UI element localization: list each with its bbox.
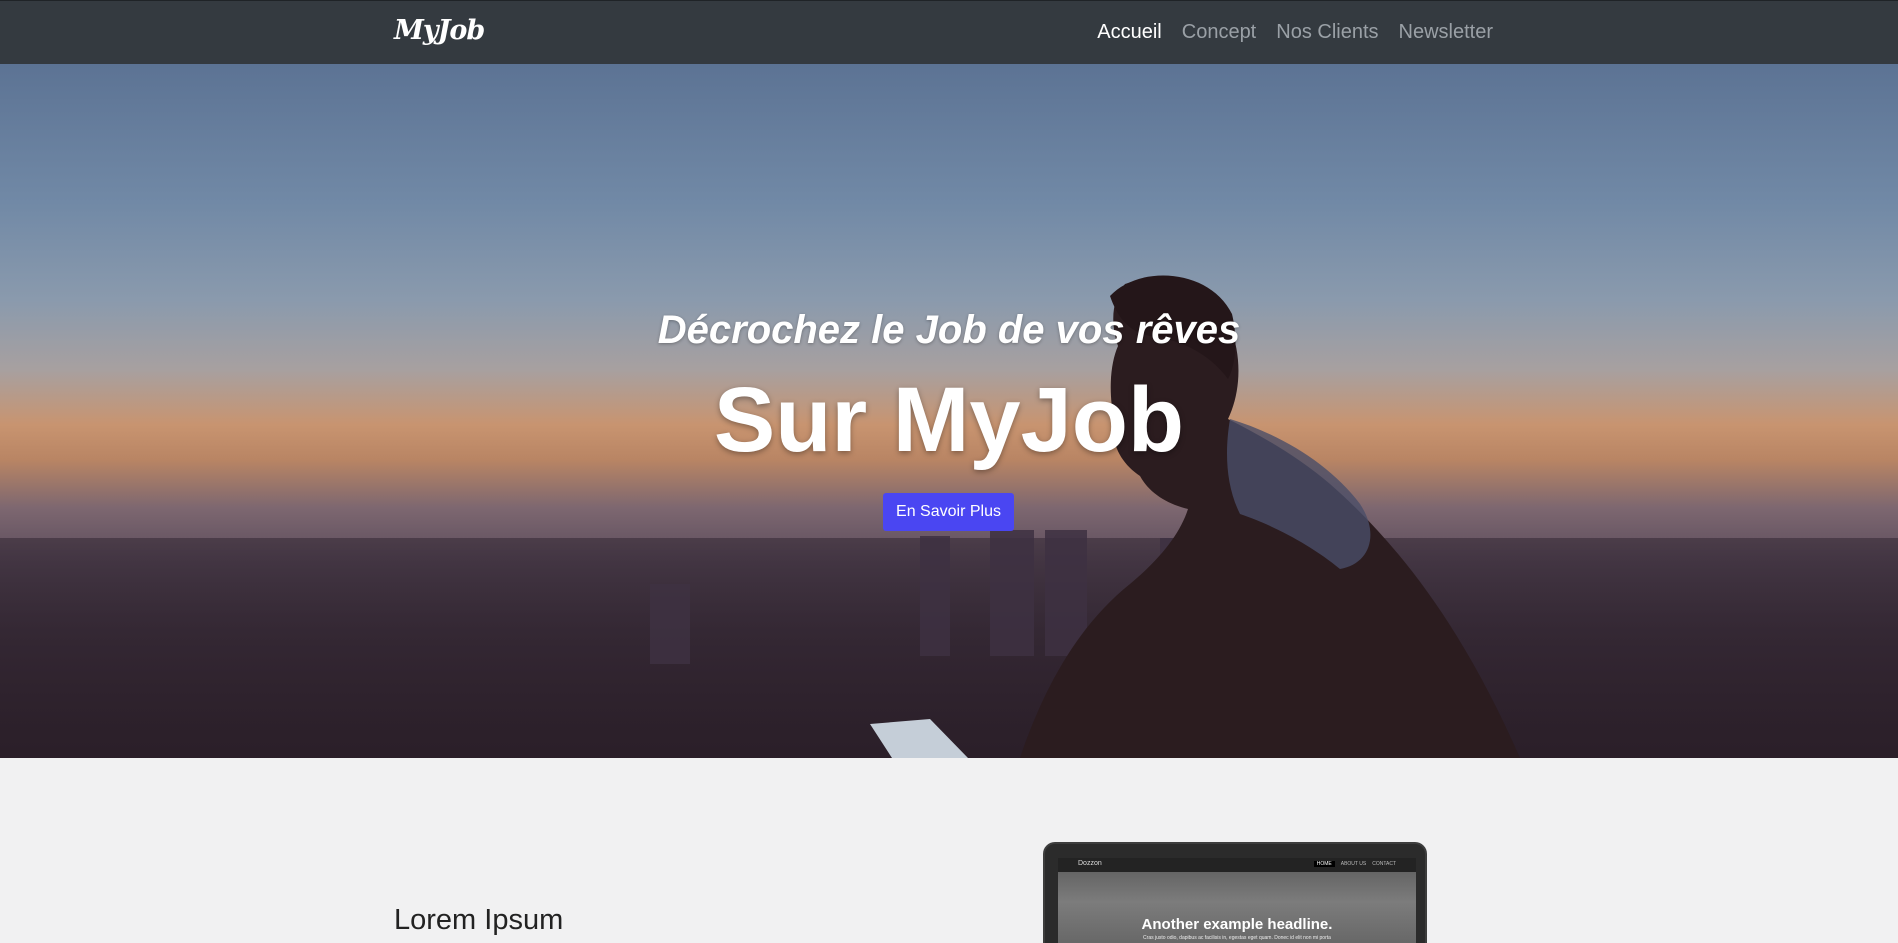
brand-logo[interactable]: MyJob: [394, 15, 485, 46]
nav-link-accueil[interactable]: Accueil: [1097, 21, 1161, 44]
mockup-nav-item: CONTACT: [1372, 861, 1396, 867]
hero-section: Décrochez le Job de vos rêves Sur MyJob …: [0, 64, 1898, 758]
hero-subtitle: Décrochez le Job de vos rêves: [657, 308, 1241, 352]
learn-more-button[interactable]: En Savoir Plus: [883, 493, 1014, 531]
mockup-headline: Another example headline.: [1141, 916, 1333, 933]
navbar: MyJob Accueil Concept Nos Clients Newsle…: [0, 0, 1898, 64]
mockup-navbar: Dozzon HOME ABOUT US CONTACT: [1058, 858, 1416, 872]
laptop-mockup-image: Dozzon HOME ABOUT US CONTACT Another exa…: [1043, 842, 1427, 943]
nav-links: Accueil Concept Nos Clients Newsletter: [1097, 21, 1493, 44]
mockup-nav-item: ABOUT US: [1340, 861, 1367, 867]
nav-link-nos-clients[interactable]: Nos Clients: [1276, 21, 1378, 44]
intro-section: Lorem Ipsum Dozzon HOME ABOUT US CONTACT…: [0, 758, 1898, 943]
laptop-screen: Dozzon HOME ABOUT US CONTACT Another exa…: [1058, 858, 1416, 943]
nav-link-newsletter[interactable]: Newsletter: [1399, 21, 1493, 44]
mockup-nav: HOME ABOUT US CONTACT: [1313, 861, 1396, 867]
hero-title: Sur MyJob: [713, 369, 1185, 471]
nav-link-concept[interactable]: Concept: [1182, 21, 1257, 44]
mockup-nav-item: HOME: [1313, 861, 1335, 867]
mockup-text: Cras justo odio, dapibus ac facilisis in…: [1143, 935, 1331, 941]
section-title: Lorem Ipsum: [394, 904, 564, 936]
mockup-logo: Dozzon: [1078, 860, 1102, 867]
